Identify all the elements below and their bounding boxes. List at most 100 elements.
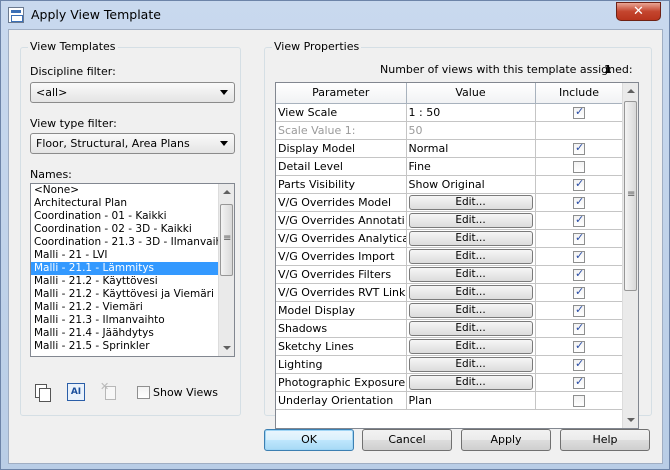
include-checkbox[interactable] (573, 105, 585, 119)
table-row[interactable]: Underlay Orientation Plan (276, 390, 624, 410)
table-row[interactable]: Parts Visibility Show Original (276, 174, 624, 194)
table-row[interactable]: Detail Level Fine (276, 156, 624, 176)
include-checkbox[interactable] (573, 375, 585, 389)
close-icon: ✕ (633, 4, 644, 19)
include-checkbox[interactable] (573, 231, 585, 245)
list-item-selected[interactable]: Malli - 21.1 - Lämmitys (31, 262, 234, 275)
table-row[interactable]: Scale Value 1: 50 (276, 120, 624, 140)
value-cell: Edit... (405, 264, 536, 284)
edit-button[interactable]: Edit... (408, 338, 533, 354)
parameter-cell: Display Model (276, 138, 407, 158)
scroll-up-arrow-icon[interactable] (219, 184, 234, 200)
list-item[interactable]: Architectural Plan (31, 197, 234, 210)
show-views-checkbox[interactable] (137, 386, 150, 399)
discipline-filter-select[interactable]: <all> (30, 82, 235, 103)
scroll-down-arrow-icon[interactable] (623, 412, 638, 428)
edit-button[interactable]: Edit... (408, 212, 533, 228)
edit-button[interactable]: Edit... (408, 320, 533, 336)
edit-button[interactable]: Edit... (408, 266, 533, 282)
table-row[interactable]: Shadows Edit... (276, 318, 624, 338)
value-cell[interactable]: Normal (405, 138, 536, 158)
edit-button[interactable]: Edit... (408, 356, 533, 372)
list-item[interactable]: Coordination - 02 - 3D - Kaikki (31, 223, 234, 236)
apply-button[interactable]: Apply (461, 429, 551, 451)
parameter-cell: Shadows (276, 318, 407, 338)
parameter-cell: V/G Overrides Model (276, 192, 407, 212)
include-cell (534, 228, 624, 248)
table-row[interactable]: V/G Overrides Filters Edit... (276, 264, 624, 284)
value-cell: 50 (405, 120, 536, 140)
window-title: Apply View Template (31, 7, 161, 22)
include-checkbox[interactable] (573, 141, 585, 155)
list-item[interactable]: Malli - 21 - LVI (31, 249, 234, 262)
list-item[interactable]: Malli - 21.5 - Sprinkler (31, 340, 234, 353)
table-row[interactable]: V/G Overrides Annotati Edit... (276, 210, 624, 230)
include-checkbox[interactable] (573, 394, 585, 407)
value-cell[interactable]: 1 : 50 (405, 102, 536, 122)
include-checkbox[interactable] (573, 249, 585, 263)
close-button[interactable]: ✕ (616, 2, 661, 21)
edit-button[interactable]: Edit... (408, 374, 533, 390)
names-scroll-thumb[interactable] (220, 204, 233, 276)
value-cell: Edit... (405, 318, 536, 338)
include-checkbox[interactable] (573, 267, 585, 281)
help-button[interactable]: Help (560, 429, 650, 451)
list-item[interactable]: Coordination - 01 - Kaikki (31, 210, 234, 223)
edit-button[interactable]: Edit... (408, 302, 533, 318)
include-checkbox[interactable] (573, 160, 585, 173)
include-checkbox[interactable] (573, 195, 585, 209)
duplicate-icon[interactable] (33, 383, 51, 402)
edit-button[interactable]: Edit... (408, 284, 533, 300)
include-checkbox[interactable] (573, 357, 585, 371)
include-checkbox[interactable] (573, 213, 585, 227)
column-header-include[interactable]: Include (534, 83, 624, 104)
list-item[interactable]: <None> (31, 184, 234, 197)
value-cell[interactable]: Show Original (405, 174, 536, 194)
table-row[interactable]: V/G Overrides Analytica Edit... (276, 228, 624, 248)
include-checkbox[interactable] (573, 339, 585, 353)
parameter-cell: V/G Overrides Import (276, 246, 407, 266)
properties-scroll-thumb[interactable] (624, 101, 637, 291)
column-header-value[interactable]: Value (405, 83, 536, 104)
include-checkbox[interactable] (573, 177, 585, 191)
table-row[interactable]: Sketchy Lines Edit... (276, 336, 624, 356)
table-row[interactable]: Model Display Edit... (276, 300, 624, 320)
include-checkbox[interactable] (573, 321, 585, 335)
list-item[interactable]: Malli - 21.2 - Viemäri (31, 301, 234, 314)
dialog-body: View Templates Discipline filter: <all> … (8, 29, 663, 464)
scroll-down-arrow-icon[interactable] (219, 340, 234, 356)
title-bar[interactable]: Apply View Template ✕ (1, 1, 669, 29)
names-scrollbar[interactable] (218, 184, 234, 356)
edit-button[interactable]: Edit... (408, 194, 533, 210)
table-row[interactable]: V/G Overrides RVT Links Edit... (276, 282, 624, 302)
value-cell[interactable]: Plan (405, 390, 536, 410)
ok-button[interactable]: OK (264, 429, 354, 451)
table-row[interactable]: V/G Overrides Import Edit... (276, 246, 624, 266)
list-item[interactable]: Malli - 21.4 - Jäähdytys (31, 327, 234, 340)
list-item[interactable]: Malli - 21.3 - Ilmanvaihto (31, 314, 234, 327)
discipline-filter-value: <all> (36, 86, 68, 99)
list-item[interactable]: Coordination - 21.3 - 3D - Ilmanvaihto (31, 236, 234, 249)
properties-scrollbar[interactable] (622, 83, 638, 428)
rename-icon[interactable]: AI (67, 383, 85, 401)
table-row[interactable]: Display Model Normal (276, 138, 624, 158)
table-row[interactable]: View Scale 1 : 50 (276, 102, 624, 122)
cancel-button[interactable]: Cancel (362, 429, 452, 451)
names-listbox[interactable]: <None> Architectural Plan Coordination -… (30, 183, 235, 357)
column-header-parameter[interactable]: Parameter (276, 83, 407, 104)
table-row[interactable]: Lighting Edit... (276, 354, 624, 374)
scroll-up-arrow-icon[interactable] (623, 83, 638, 99)
value-cell[interactable]: Fine (405, 156, 536, 176)
table-row[interactable]: Photographic Exposure Edit... (276, 372, 624, 392)
include-checkbox[interactable] (573, 285, 585, 299)
discipline-filter-label: Discipline filter: (30, 65, 116, 78)
include-cell (534, 192, 624, 212)
edit-button[interactable]: Edit... (408, 248, 533, 264)
list-item[interactable]: Malli - 21.2 - Käyttövesi (31, 275, 234, 288)
table-row[interactable]: V/G Overrides Model Edit... (276, 192, 624, 212)
include-checkbox[interactable] (573, 303, 585, 317)
delete-icon (100, 380, 118, 401)
view-type-filter-select[interactable]: Floor, Structural, Area Plans (30, 133, 235, 154)
edit-button[interactable]: Edit... (408, 230, 533, 246)
list-item[interactable]: Malli - 21.2 - Käyttövesi ja Viemäri (31, 288, 234, 301)
